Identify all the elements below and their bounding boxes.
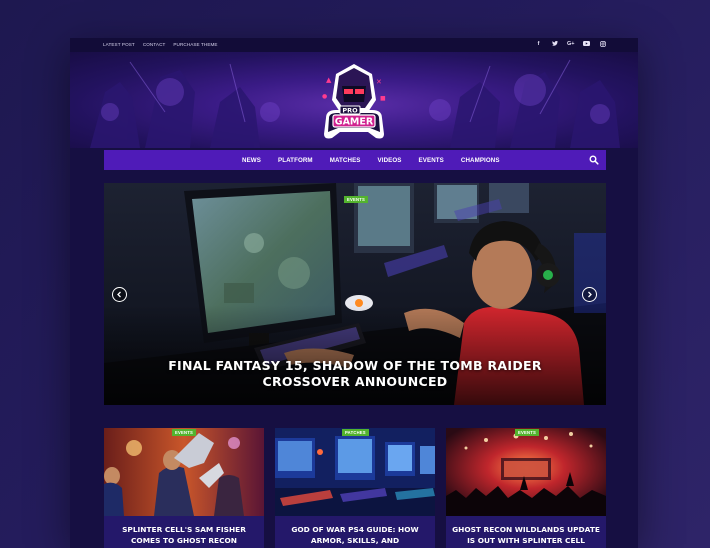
facebook-icon[interactable]: f: [535, 41, 542, 49]
nav-item-matches[interactable]: MATCHES: [330, 157, 361, 164]
nav-item-news[interactable]: NEWS: [242, 157, 261, 164]
top-link-latest-post[interactable]: LATEST POST: [103, 42, 135, 47]
post-card-2[interactable]: PATCHES GOD OF WAR PS4 GUIDE: HOW ARMOR,…: [275, 428, 435, 548]
post-card-1-title[interactable]: SPLINTER CELL'S SAM FISHER COMES TO GHOS…: [108, 524, 260, 548]
header-banner: ▲ ✕ ● ■ PRO GAMER: [70, 52, 638, 148]
post-card-1[interactable]: EVENTS SPLINTER CELL'S SAM FISHER COMES …: [104, 428, 264, 548]
chevron-left-icon: [117, 291, 121, 298]
hero-category-badge[interactable]: EVENTS: [344, 196, 368, 203]
post-card-2-title[interactable]: GOD OF WAR PS4 GUIDE: HOW ARMOR, SKILLS,…: [279, 524, 431, 548]
svg-text:PRO: PRO: [342, 107, 358, 115]
hero-title-line-1: FINAL FANTASY 15, SHADOW OF THE TOMB RAI…: [168, 358, 542, 373]
pro-gamer-logo[interactable]: ▲ ✕ ● ■ PRO GAMER: [312, 60, 396, 144]
top-links: LATEST POST CONTACT PURCHASE THEME: [103, 42, 218, 47]
hero-slider[interactable]: EVENTS FINAL FANTASY 15, SHADOW OF THE T…: [104, 183, 606, 405]
post-card-3[interactable]: EVENTS GHOST RECON WILDLANDS UPDATE IS O…: [446, 428, 606, 548]
instagram-icon[interactable]: [599, 41, 606, 49]
svg-text:●: ●: [322, 93, 327, 100]
svg-text:✕: ✕: [376, 78, 382, 86]
svg-text:GAMER: GAMER: [335, 117, 374, 128]
top-bar: LATEST POST CONTACT PURCHASE THEME f G+: [70, 38, 638, 52]
slider-prev-button[interactable]: [112, 287, 127, 302]
post-card-1-thumbnail: [104, 428, 264, 516]
google-plus-icon[interactable]: G+: [567, 41, 575, 49]
nav-items: NEWS PLATFORM MATCHES VIDEOS EVENTS CHAM…: [242, 150, 517, 170]
svg-text:■: ■: [380, 95, 386, 102]
social-links: f G+: [535, 41, 606, 49]
post-card-3-thumbnail: [446, 428, 606, 516]
twitter-icon[interactable]: [551, 41, 558, 49]
search-icon[interactable]: [589, 155, 599, 165]
post-card-3-badge[interactable]: EVENTS: [515, 429, 539, 436]
hero-title[interactable]: FINAL FANTASY 15, SHADOW OF THE TOMB RAI…: [104, 358, 606, 390]
post-card-1-badge[interactable]: EVENTS: [172, 429, 196, 436]
nav-item-events[interactable]: EVENTS: [419, 157, 444, 164]
nav-item-champions[interactable]: CHAMPIONS: [461, 157, 500, 164]
post-card-2-thumbnail: [275, 428, 435, 516]
main-nav: NEWS PLATFORM MATCHES VIDEOS EVENTS CHAM…: [104, 150, 606, 170]
top-link-contact[interactable]: CONTACT: [143, 42, 166, 47]
post-card-3-title[interactable]: GHOST RECON WILDLANDS UPDATE IS OUT WITH…: [450, 524, 602, 548]
chevron-right-icon: [588, 291, 592, 298]
nav-item-platform[interactable]: PLATFORM: [278, 157, 313, 164]
website-frame: LATEST POST CONTACT PURCHASE THEME f G+: [70, 38, 638, 548]
post-card-2-badge[interactable]: PATCHES: [342, 429, 369, 436]
nav-item-videos[interactable]: VIDEOS: [378, 157, 402, 164]
slider-next-button[interactable]: [582, 287, 597, 302]
svg-text:▲: ▲: [326, 76, 332, 84]
youtube-icon[interactable]: [583, 41, 590, 49]
top-link-purchase-theme[interactable]: PURCHASE THEME: [173, 42, 217, 47]
hero-title-line-2: CROSSOVER ANNOUNCED: [262, 374, 448, 389]
